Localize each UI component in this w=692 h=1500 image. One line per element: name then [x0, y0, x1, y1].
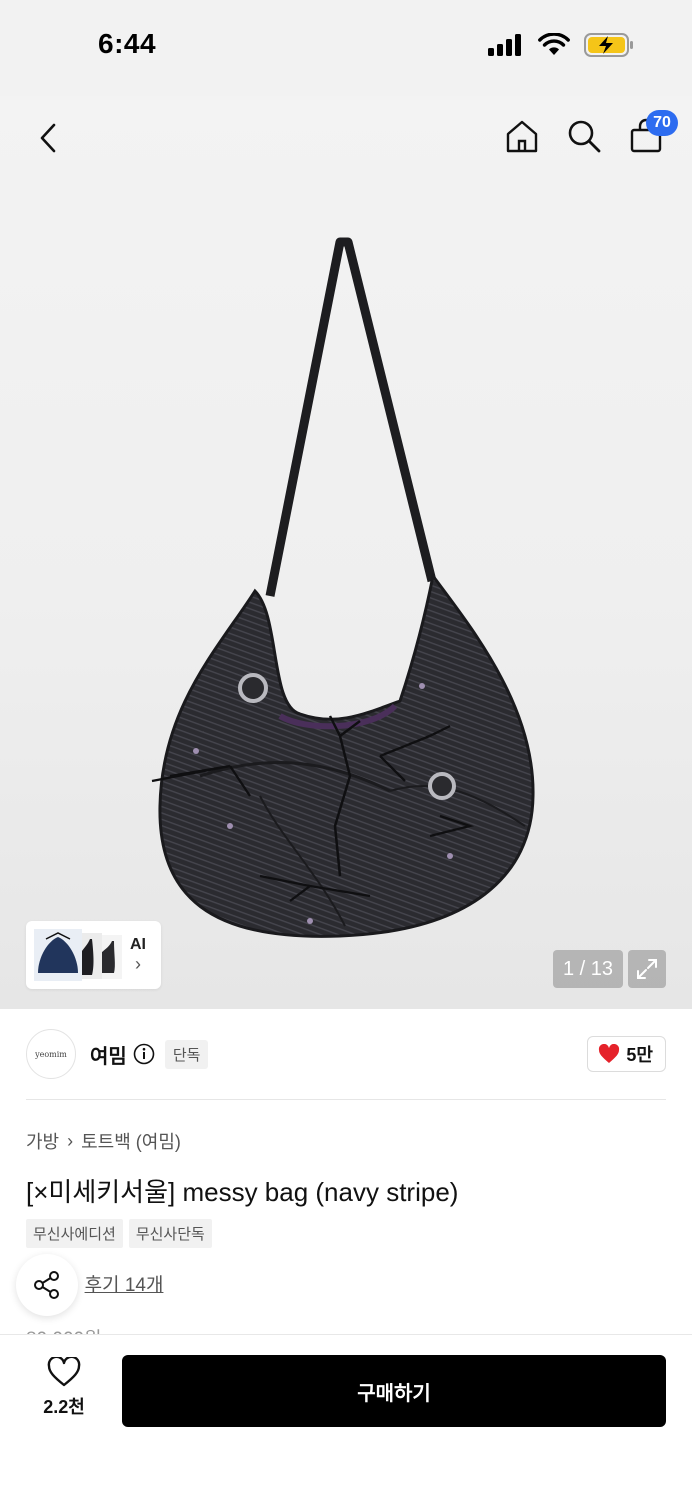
home-button[interactable] [502, 116, 542, 156]
ai-text: AI [130, 936, 146, 953]
status-icons [488, 32, 634, 58]
share-button[interactable] [16, 1254, 78, 1316]
breadcrumb-category[interactable]: 가방 [26, 1128, 59, 1154]
info-icon[interactable] [133, 1043, 155, 1065]
product-tags: 무신사에디션 무신사단독 [26, 1219, 212, 1248]
cart-badge: 70 [646, 110, 678, 136]
page-indicator: 1 / 13 [553, 950, 623, 988]
status-bar: 6:44 [0, 0, 692, 96]
header-actions: 70 [502, 110, 678, 156]
signal-icon [488, 34, 521, 56]
expand-icon [637, 959, 657, 979]
share-icon [34, 1271, 59, 1299]
wishlist-button[interactable]: 2.2천 [28, 1357, 100, 1419]
brand-logo[interactable]: yeomim [26, 1029, 76, 1079]
review-link[interactable]: 후기 14개 [85, 1270, 164, 1297]
tag-musinsa-exclusive[interactable]: 무신사단독 [128, 1219, 212, 1248]
product-gallery[interactable]: 70 AI › 1 / 13 [0, 96, 692, 1009]
search-button[interactable] [564, 116, 604, 156]
wishlist-count: 2.2천 [43, 1397, 85, 1417]
cart-button[interactable]: 70 [626, 110, 678, 156]
brand-row: yeomim 여밈 단독 5만 [26, 1028, 666, 1080]
breadcrumb-separator: › [67, 1130, 74, 1151]
ai-chevron: › [135, 954, 141, 974]
tag-musinsa-edition[interactable]: 무신사에디션 [26, 1219, 123, 1248]
divider [26, 1099, 666, 1100]
wishlist-heart-icon [47, 1357, 81, 1387]
exclusive-chip: 단독 [164, 1039, 209, 1069]
brand-name[interactable]: 여밈 [90, 1040, 127, 1069]
ai-recommend-card[interactable]: AI › [26, 921, 161, 989]
back-icon [40, 123, 56, 153]
product-title: [×미세키서울] messy bag (navy stripe) [26, 1177, 459, 1207]
brand-like-count: 5만 [626, 1045, 653, 1065]
wifi-icon [538, 33, 570, 55]
heart-icon [599, 1044, 620, 1063]
search-icon [568, 120, 601, 153]
product-image [151, 237, 535, 938]
bottom-action-bar: 2.2천 구매하기 [0, 1334, 692, 1500]
breadcrumb-subcategory[interactable]: 토트백 (여밈) [81, 1128, 181, 1154]
expand-button[interactable] [628, 950, 666, 988]
home-icon [506, 120, 538, 153]
status-time: 6:44 [98, 28, 157, 59]
back-button[interactable] [28, 118, 68, 158]
ai-label: AI › [130, 936, 146, 974]
breadcrumb: 가방 › 토트백 (여밈) [26, 1128, 181, 1154]
ai-thumbnails [32, 927, 124, 983]
battery-icon [584, 33, 633, 57]
buy-button[interactable]: 구매하기 [122, 1355, 666, 1427]
brand-like-button[interactable]: 5만 [587, 1036, 666, 1072]
